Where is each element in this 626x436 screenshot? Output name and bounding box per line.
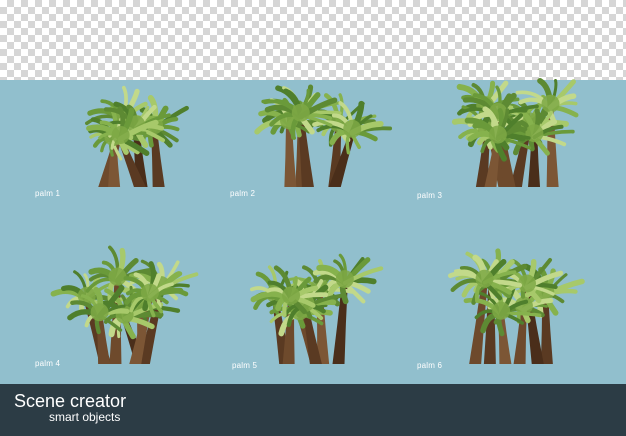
palm-crown (140, 283, 159, 302)
palm-3-image (451, 77, 579, 187)
palm-crown (335, 270, 354, 289)
palm-label: palm 1 (35, 189, 61, 198)
palm-crown (291, 103, 310, 122)
palm-5-image (249, 253, 384, 364)
palm-crown (90, 303, 109, 322)
scene-canvas: palm 1 palm 2 palm 3 palm 4 palm 5 palm … (0, 0, 626, 436)
palm-crown (282, 286, 301, 305)
footer-subtitle: smart objects (49, 410, 121, 424)
palm-crown (488, 125, 507, 144)
palm-crown (343, 119, 362, 138)
footer-title: Scene creator (14, 391, 127, 411)
palm-6-image (447, 248, 585, 364)
palm-crown (111, 125, 130, 144)
palm-1-image (85, 85, 189, 187)
palm-label: palm 3 (417, 191, 443, 200)
palm-crown (492, 301, 511, 320)
palm-label: palm 6 (417, 361, 443, 370)
palm-2-image (254, 84, 393, 187)
palm-crown (475, 269, 494, 288)
palm-label: palm 2 (230, 189, 256, 198)
palm-crown (541, 94, 560, 113)
palm-crown (108, 267, 127, 286)
palm-label: palm 5 (232, 361, 258, 370)
palm-label: palm 4 (35, 359, 61, 368)
palm-4-image (50, 245, 199, 364)
